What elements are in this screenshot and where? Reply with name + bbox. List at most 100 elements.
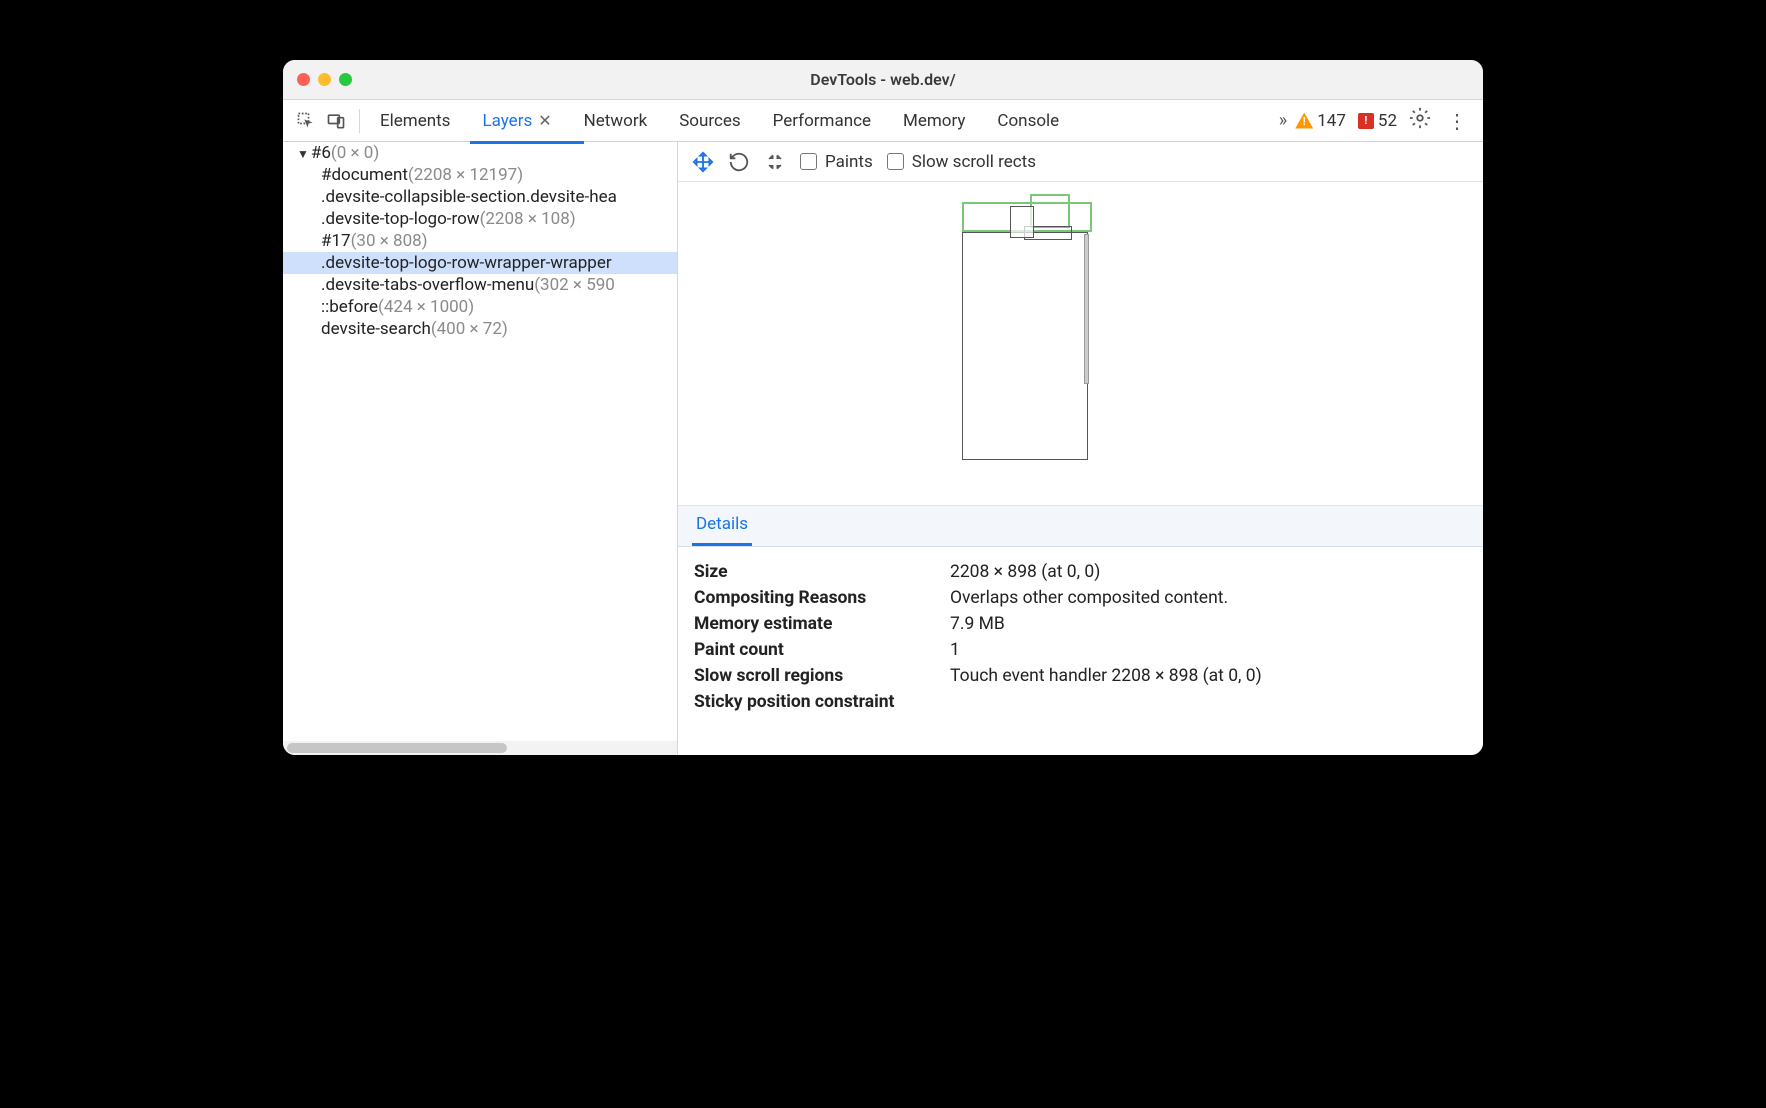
- maximize-window-button[interactable]: [339, 73, 352, 86]
- layer-name: #6: [311, 143, 331, 163]
- layer-name: devsite-search: [321, 319, 431, 339]
- layer-dim: (2208 × 12197): [408, 165, 523, 185]
- paints-option[interactable]: Paints: [800, 152, 873, 172]
- detail-value: 1: [950, 640, 1477, 660]
- inspect-element-icon[interactable]: [295, 110, 317, 132]
- minimize-window-button[interactable]: [318, 73, 331, 86]
- layer-name: .devsite-top-logo-row: [321, 209, 480, 229]
- warnings-badge[interactable]: 147: [1295, 111, 1346, 131]
- details-row: Sticky position constraint: [694, 689, 1477, 715]
- errors-count: 52: [1378, 111, 1397, 131]
- layer-3d-canvas[interactable]: [678, 182, 1483, 505]
- tab-label: Console: [997, 111, 1059, 131]
- layer-tree-row[interactable]: .devsite-collapsible-section.devsite-hea: [283, 186, 677, 208]
- window-controls: [283, 73, 352, 86]
- tab-layers[interactable]: Layers ✕: [478, 103, 555, 139]
- detail-key: Size: [694, 562, 950, 582]
- divider: [359, 109, 360, 133]
- details-row: Size2208 × 898 (at 0, 0): [694, 559, 1477, 585]
- tab-memory[interactable]: Memory: [899, 103, 969, 139]
- details-tab[interactable]: Details: [692, 506, 752, 546]
- more-tabs-icon[interactable]: »: [1279, 110, 1283, 131]
- tab-elements[interactable]: Elements: [376, 103, 454, 139]
- detail-value: Overlaps other composited content.: [950, 588, 1477, 608]
- details-pane: Details Size2208 × 898 (at 0, 0) Composi…: [678, 505, 1483, 755]
- error-icon: !: [1358, 113, 1374, 129]
- detail-key: Slow scroll regions: [694, 666, 950, 686]
- scrollbar-thumb[interactable]: [287, 743, 507, 753]
- layer-rect: [1030, 194, 1070, 228]
- slow-scroll-option[interactable]: Slow scroll rects: [887, 152, 1036, 172]
- checkbox-icon[interactable]: [800, 153, 817, 170]
- device-toggle-icon[interactable]: [325, 110, 347, 132]
- tab-label: Sources: [679, 111, 740, 131]
- layer-name: .devsite-tabs-overflow-menu: [321, 275, 534, 295]
- detail-key: Compositing Reasons: [694, 588, 950, 608]
- kebab-menu-icon[interactable]: ⋮: [1443, 109, 1471, 133]
- detail-value: [950, 692, 1477, 712]
- tab-label: Memory: [903, 111, 965, 131]
- tab-label: Performance: [773, 111, 871, 131]
- rotate-mode-icon[interactable]: [728, 151, 750, 173]
- tab-label: Network: [584, 111, 648, 131]
- tab-console[interactable]: Console: [993, 103, 1063, 139]
- errors-badge[interactable]: ! 52: [1358, 111, 1397, 131]
- layer-tree-row[interactable]: ▼#6(0 × 0): [283, 142, 677, 164]
- tab-sources[interactable]: Sources: [675, 103, 744, 139]
- layer-rect: [1010, 206, 1034, 238]
- panel-tabs: Elements Layers ✕ Network Sources Perform…: [376, 103, 1063, 139]
- layer-rect: [1084, 234, 1089, 384]
- horizontal-scrollbar[interactable]: [283, 741, 677, 755]
- detail-value: 7.9 MB: [950, 614, 1477, 634]
- paints-label: Paints: [825, 152, 873, 172]
- details-tabs: Details: [678, 506, 1483, 547]
- layer-tree-row[interactable]: .devsite-tabs-overflow-menu(302 × 590: [283, 274, 677, 296]
- caret-down-icon[interactable]: ▼: [297, 147, 309, 161]
- pan-mode-icon[interactable]: [692, 151, 714, 173]
- main-toolbar: Elements Layers ✕ Network Sources Perform…: [283, 100, 1483, 142]
- layer-name: .devsite-top-logo-row-wrapper-wrapper: [321, 253, 612, 273]
- details-body: Size2208 × 898 (at 0, 0) Compositing Rea…: [678, 547, 1483, 755]
- detail-value: 2208 × 898 (at 0, 0): [950, 562, 1477, 582]
- details-row: Paint count1: [694, 637, 1477, 663]
- detail-value: Touch event handler 2208 × 898 (at 0, 0): [950, 666, 1477, 686]
- layer-tree-list: ▼#6(0 × 0) #document(2208 × 12197) .devs…: [283, 142, 677, 741]
- devtools-window: DevTools - web.dev/ Elements Layers ✕ Net…: [283, 60, 1483, 755]
- layer-tree-panel: ▼#6(0 × 0) #document(2208 × 12197) .devs…: [283, 142, 678, 755]
- detail-key: Memory estimate: [694, 614, 950, 634]
- close-tab-icon[interactable]: ✕: [538, 111, 551, 130]
- reset-view-icon[interactable]: [764, 151, 786, 173]
- layer-dim: (424 × 1000): [378, 297, 474, 317]
- settings-icon[interactable]: [1409, 107, 1431, 134]
- tab-performance[interactable]: Performance: [769, 103, 875, 139]
- layer-name: ::before: [321, 297, 378, 317]
- details-row: Slow scroll regionsTouch event handler 2…: [694, 663, 1477, 689]
- tab-network[interactable]: Network: [580, 103, 652, 139]
- layer-tree-row[interactable]: .devsite-top-logo-row(2208 × 108): [283, 208, 677, 230]
- main-content: ▼#6(0 × 0) #document(2208 × 12197) .devs…: [283, 142, 1483, 755]
- layer-tree-row-selected[interactable]: .devsite-top-logo-row-wrapper-wrapper: [283, 252, 677, 274]
- layer-name: .devsite-collapsible-section.devsite-hea: [321, 187, 617, 207]
- layer-viewer-pane: Paints Slow scroll rects: [678, 142, 1483, 755]
- layer-dim: (2208 × 108): [480, 209, 576, 229]
- window-title: DevTools - web.dev/: [283, 70, 1483, 89]
- close-window-button[interactable]: [297, 73, 310, 86]
- checkbox-icon[interactable]: [887, 153, 904, 170]
- details-row: Memory estimate7.9 MB: [694, 611, 1477, 637]
- tab-label: Layers: [482, 111, 532, 131]
- layer-tree-row[interactable]: devsite-search(400 × 72): [283, 318, 677, 340]
- layer-name: #document: [321, 165, 408, 185]
- layer-tree-row[interactable]: #17(30 × 808): [283, 230, 677, 252]
- tab-label: Elements: [380, 111, 450, 131]
- viewer-toolbar: Paints Slow scroll rects: [678, 142, 1483, 182]
- layer-tree-row[interactable]: #document(2208 × 12197): [283, 164, 677, 186]
- detail-key: Sticky position constraint: [694, 692, 950, 712]
- warning-icon: [1295, 113, 1313, 129]
- details-row: Compositing ReasonsOverlaps other compos…: [694, 585, 1477, 611]
- details-tab-label: Details: [696, 514, 748, 534]
- layer-rect: [962, 232, 1088, 460]
- layer-dim: (302 × 590: [534, 275, 615, 295]
- titlebar: DevTools - web.dev/: [283, 60, 1483, 100]
- layer-tree-row[interactable]: ::before(424 × 1000): [283, 296, 677, 318]
- detail-key: Paint count: [694, 640, 950, 660]
